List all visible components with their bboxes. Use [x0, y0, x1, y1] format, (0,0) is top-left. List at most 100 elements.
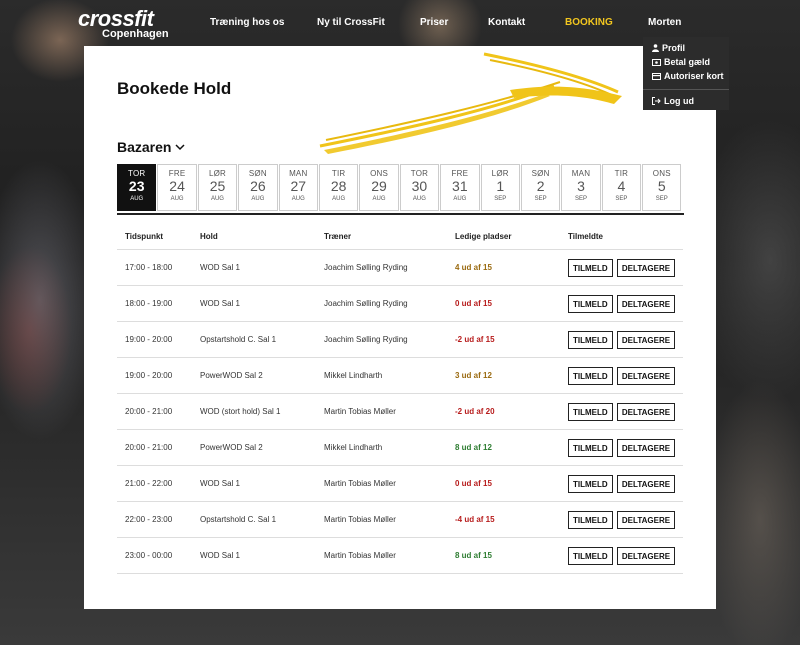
table-row: 19:00 - 20:00 PowerWOD Sal 2 Mikkel Lindha… — [117, 357, 683, 394]
date-tab[interactable]: LØR 1 SEP — [480, 164, 520, 211]
nav-item-training[interactable]: Træning hos os — [210, 17, 284, 28]
participants-button[interactable]: DELTAGERE — [616, 294, 676, 313]
participants-button[interactable]: DELTAGERE — [616, 510, 676, 529]
menu-item-pay-debt[interactable]: Betal gæld — [652, 57, 710, 67]
menu-item-logout[interactable]: Log ud — [652, 96, 694, 106]
date-day: 1 — [496, 178, 505, 194]
table-header-row: Tidspunkt Hold Træner Ledige pladser Til… — [117, 223, 683, 250]
time-cell: 21:00 - 22:00 — [117, 465, 200, 502]
spots-cell: -4 ud af 15 — [455, 501, 568, 538]
date-month: AUG — [332, 196, 346, 202]
spots-cell: -2 ud af 15 — [455, 321, 568, 358]
date-tab[interactable]: SØN 2 SEP — [520, 164, 561, 211]
nav-item-contact[interactable]: Kontakt — [488, 17, 525, 28]
date-weekday: ONS — [370, 169, 388, 178]
date-day: 29 — [371, 178, 387, 194]
table-row: 23:00 - 00:00 WOD Sal 1 Martin Tobias Møll… — [117, 537, 683, 574]
user-dropdown-menu: Profil Betal gæld Autoriser kort Log ud — [643, 37, 729, 110]
register-button[interactable]: TILMELD — [568, 258, 613, 277]
participants-button[interactable]: DELTAGERE — [616, 366, 676, 385]
date-tab[interactable]: SØN 26 AUG — [238, 164, 278, 211]
date-day: 24 — [169, 178, 185, 194]
date-month: SEP — [574, 196, 587, 202]
register-button[interactable]: TILMELD — [568, 330, 613, 349]
date-month: AUG — [130, 196, 144, 202]
date-tab[interactable]: TIR 28 AUG — [318, 164, 359, 211]
register-button[interactable]: TILMELD — [568, 294, 613, 313]
register-button[interactable]: TILMELD — [568, 402, 613, 421]
participants-button[interactable]: DELTAGERE — [616, 330, 676, 349]
trainer-cell: Martin Tobias Møller — [324, 537, 455, 574]
date-day: 23 — [128, 178, 145, 194]
participants-button[interactable]: DELTAGERE — [616, 474, 676, 493]
register-button[interactable]: TILMELD — [568, 474, 613, 493]
table-row: 18:00 - 19:00 WOD Sal 1 Joachim Sølling Ry… — [117, 285, 683, 322]
menu-item-label: Log ud — [664, 96, 694, 106]
time-cell: 19:00 - 20:00 — [117, 321, 200, 358]
logo-subtext: Copenhagen — [102, 28, 169, 40]
page-title: Bookede Hold — [117, 79, 232, 98]
date-day: 30 — [411, 178, 428, 194]
date-tab[interactable]: TOR 30 AUG — [399, 164, 440, 211]
trainer-cell: Joachim Sølling Ryding — [324, 321, 455, 358]
table-row: 20:00 - 21:00 WOD (stort hold) Sal 1 Marti… — [117, 393, 683, 430]
date-month: AUG — [251, 196, 265, 202]
date-strip: TOR 23 AUG FRE 24 AUG LØR 25 AUG SØN 26 AUG MAN 27 AUG… — [117, 164, 684, 215]
participants-button[interactable]: DELTAGERE — [616, 438, 676, 457]
class-cell: WOD Sal 1 — [200, 537, 324, 574]
date-weekday: MAN — [289, 169, 308, 178]
participants-button[interactable]: DELTAGERE — [616, 258, 676, 277]
nav-item-booking[interactable]: BOOKING — [565, 17, 613, 28]
register-button[interactable]: TILMELD — [568, 366, 613, 385]
date-day: 28 — [330, 178, 347, 194]
time-cell: 22:00 - 23:00 — [117, 501, 200, 538]
credit-card-icon — [652, 72, 661, 80]
register-button[interactable]: TILMELD — [568, 510, 613, 529]
date-day: 31 — [452, 178, 468, 194]
date-tab[interactable]: FRE 31 AUG — [440, 164, 480, 211]
date-tab[interactable]: ONS 29 AUG — [359, 164, 399, 211]
nav-item-prices[interactable]: Priser — [420, 17, 448, 28]
class-cell: WOD (stort hold) Sal 1 — [200, 393, 324, 430]
date-tab[interactable]: MAN 27 AUG — [278, 164, 318, 211]
time-cell: 19:00 - 20:00 — [117, 357, 200, 394]
actions-cell: TILMELD DELTAGERE — [568, 357, 683, 394]
location-selector[interactable]: Bazaren — [117, 139, 185, 155]
date-tab[interactable]: LØR 25 AUG — [197, 164, 238, 211]
date-tab[interactable]: ONS 5 SEP — [642, 164, 682, 211]
date-weekday: TOR — [128, 169, 146, 178]
actions-cell: TILMELD DELTAGERE — [568, 285, 683, 322]
actions-cell: TILMELD DELTAGERE — [568, 465, 683, 502]
date-weekday: LØR — [491, 169, 509, 178]
time-cell: 18:00 - 19:00 — [117, 285, 200, 322]
date-weekday: MAN — [571, 169, 591, 178]
date-weekday: ONS — [652, 169, 671, 178]
nav-item-user[interactable]: Morten — [648, 17, 681, 28]
nav-item-new-to-crossfit[interactable]: Ny til CrossFit — [317, 17, 385, 28]
date-tab[interactable]: MAN 3 SEP — [561, 164, 601, 211]
class-table: Tidspunkt Hold Træner Ledige pladser Til… — [117, 223, 683, 574]
date-day: 25 — [209, 178, 226, 194]
date-day: 27 — [290, 178, 307, 194]
date-month: AUG — [291, 196, 305, 202]
date-month: AUG — [412, 196, 426, 202]
date-tab[interactable]: TIR 4 SEP — [601, 164, 642, 211]
register-button[interactable]: TILMELD — [568, 438, 613, 457]
class-cell: Opstartshold C. Sal 1 — [200, 501, 324, 538]
menu-item-profile[interactable]: Profil — [652, 43, 685, 53]
date-month: SEP — [615, 196, 628, 202]
trainer-cell: Martin Tobias Møller — [324, 393, 455, 430]
participants-button[interactable]: DELTAGERE — [616, 402, 676, 421]
date-month: AUG — [453, 196, 467, 202]
menu-item-authorize-card[interactable]: Autoriser kort — [652, 71, 724, 81]
class-cell: WOD Sal 1 — [200, 249, 324, 286]
logo[interactable]: crossfit Copenhagen — [78, 8, 169, 40]
register-button[interactable]: TILMELD — [568, 546, 613, 565]
participants-button[interactable]: DELTAGERE — [616, 546, 676, 565]
date-tab[interactable]: TOR 23 AUG — [117, 164, 157, 211]
date-weekday: LØR — [208, 169, 226, 178]
column-header-trainer: Træner — [324, 223, 455, 250]
date-tab[interactable]: FRE 24 AUG — [157, 164, 197, 211]
actions-cell: TILMELD DELTAGERE — [568, 249, 683, 286]
date-weekday: SØN — [531, 169, 550, 178]
